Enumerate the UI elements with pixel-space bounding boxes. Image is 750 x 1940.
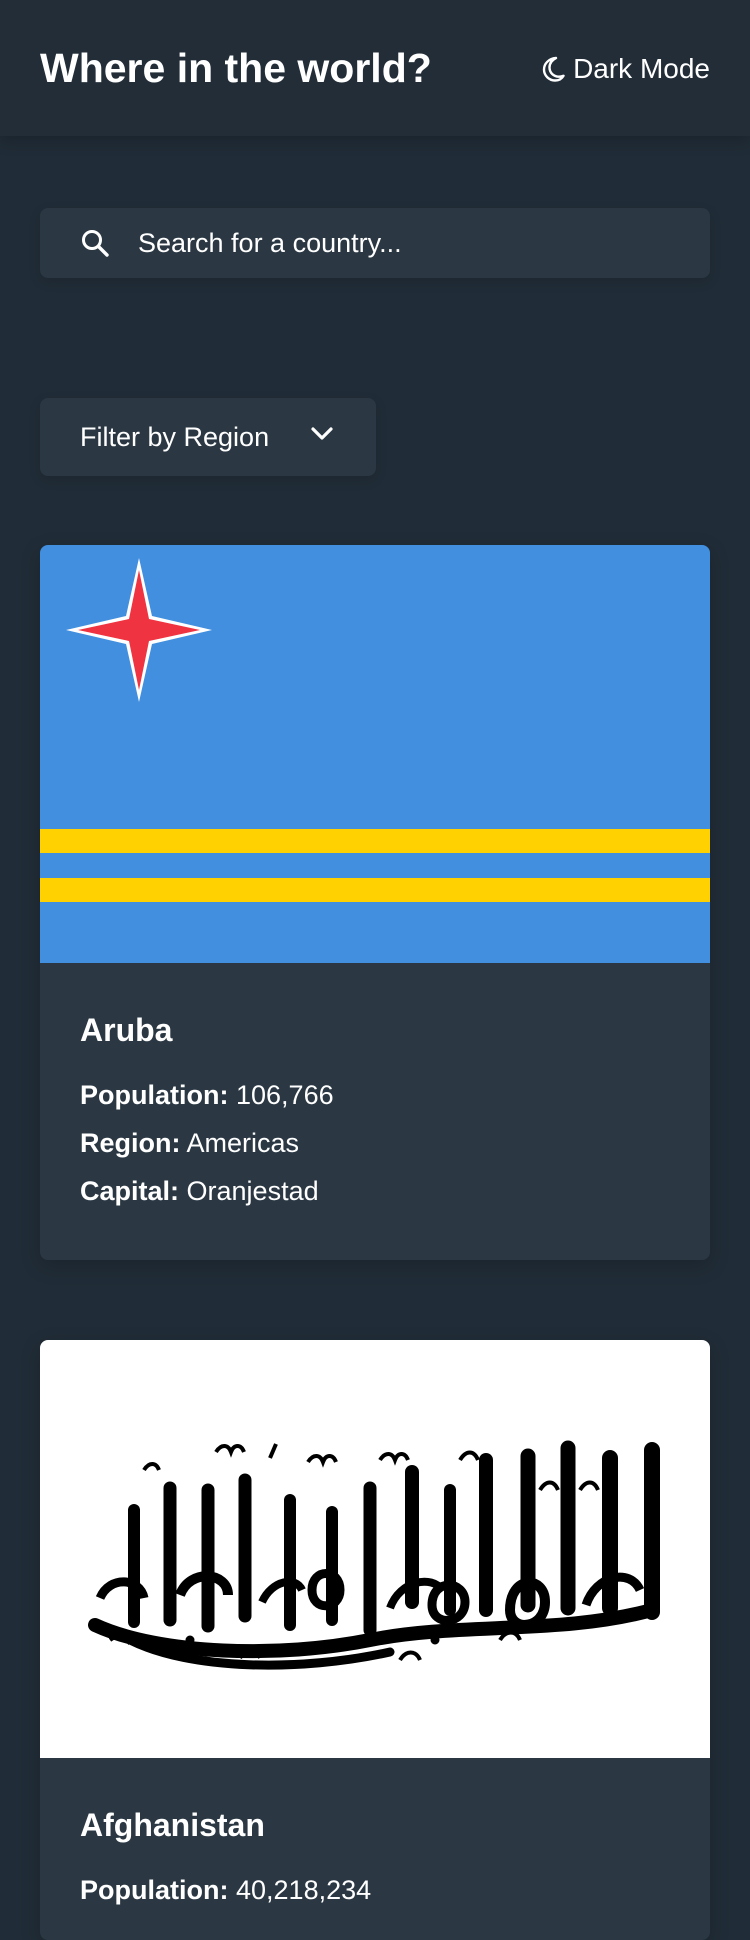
capital-label: Capital: bbox=[80, 1176, 180, 1206]
search-bar[interactable] bbox=[40, 208, 710, 278]
population-row: Population: 40,218,234 bbox=[80, 1866, 670, 1914]
aruba-flag bbox=[40, 545, 710, 963]
population-label: Population: bbox=[80, 1875, 229, 1905]
dark-mode-label: Dark Mode bbox=[573, 53, 710, 84]
region-row: Region: Americas bbox=[80, 1119, 670, 1167]
search-input[interactable] bbox=[138, 208, 698, 278]
app-title: Where in the world? bbox=[40, 45, 432, 91]
population-value: 106,766 bbox=[236, 1080, 334, 1110]
country-card-afghanistan[interactable]: Afghanistan Population: 40,218,234 bbox=[40, 1340, 710, 1940]
region-filter-dropdown[interactable]: Filter by Region bbox=[40, 398, 376, 476]
population-row: Population: 106,766 bbox=[80, 1071, 670, 1119]
region-value: Americas bbox=[186, 1128, 300, 1158]
afghanistan-flag bbox=[40, 1340, 710, 1758]
population-label: Population: bbox=[80, 1080, 229, 1110]
search-icon bbox=[82, 230, 109, 257]
filter-label: Filter by Region bbox=[80, 422, 270, 452]
capital-value: Oranjestad bbox=[186, 1176, 319, 1206]
app-header: Where in the world? Dark Mode bbox=[0, 0, 750, 136]
dark-mode-toggle[interactable]: Dark Mode bbox=[541, 51, 710, 87]
population-value: 40,218,234 bbox=[236, 1875, 372, 1905]
country-name: Afghanistan bbox=[80, 1807, 265, 1843]
chevron-down-icon bbox=[311, 427, 333, 440]
region-label: Region: bbox=[80, 1128, 181, 1158]
country-name: Aruba bbox=[80, 1012, 173, 1048]
country-card-aruba[interactable]: Aruba Population: 106,766 Region: Americ… bbox=[40, 545, 710, 1260]
capital-row: Capital: Oranjestad bbox=[80, 1167, 670, 1215]
card-details: Aruba Population: 106,766 Region: Americ… bbox=[40, 963, 710, 1215]
moon-icon bbox=[542, 56, 565, 82]
card-details: Afghanistan Population: 40,218,234 bbox=[40, 1758, 710, 1914]
